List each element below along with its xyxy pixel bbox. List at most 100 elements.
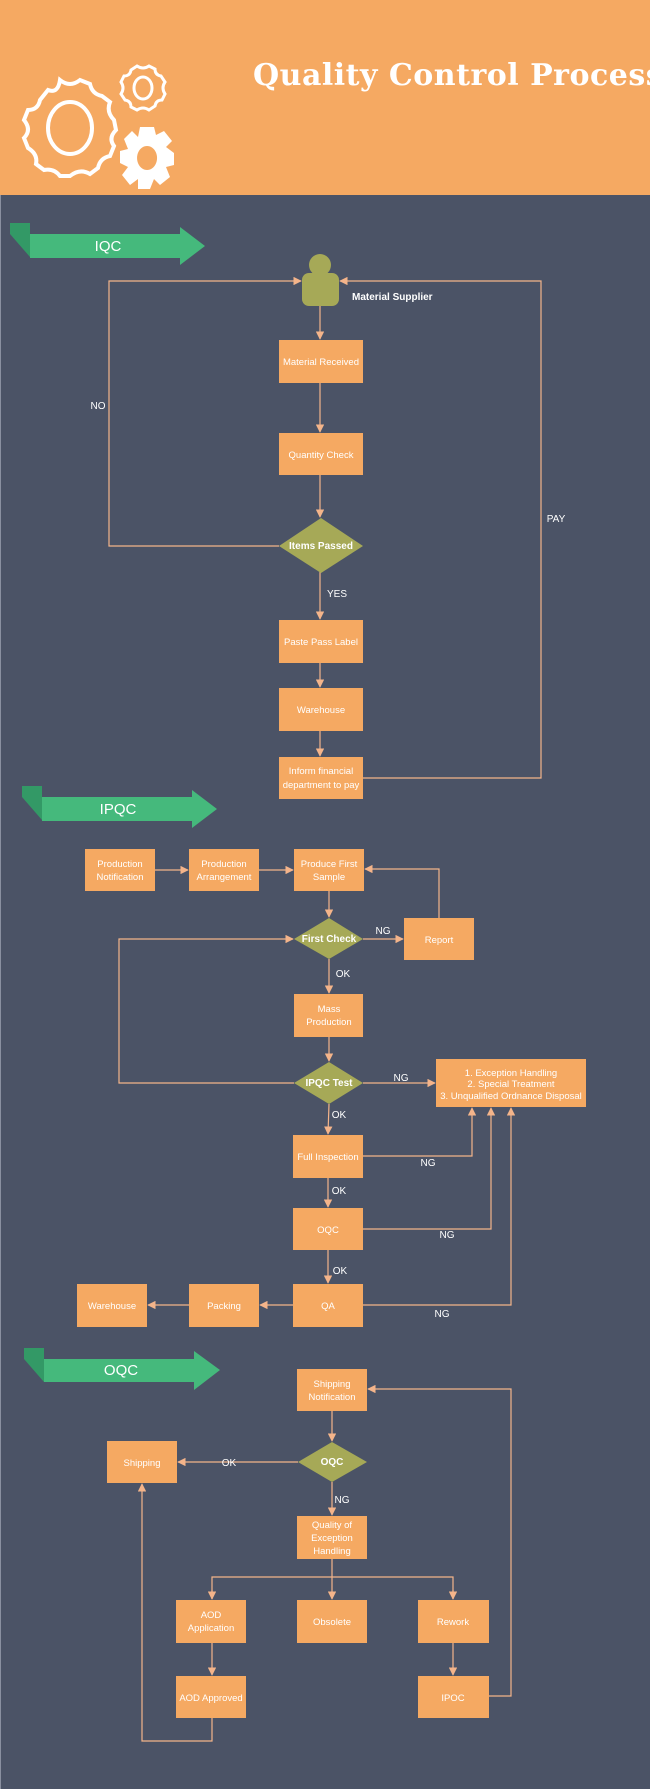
svg-text:Warehouse: Warehouse <box>88 1301 136 1312</box>
connector <box>363 1107 516 1306</box>
node-paste-pass-label: Paste Pass Label <box>279 620 363 663</box>
svg-text:OQC: OQC <box>321 1457 344 1468</box>
node-aod-approved: AOD Approved <box>176 1676 246 1718</box>
svg-text:3. Unqualified Ordnance Dispos: 3. Unqualified Ordnance Disposal <box>440 1091 582 1102</box>
iqc-banner-label: IQC <box>95 238 122 255</box>
svg-text:Application: Application <box>188 1623 234 1634</box>
svg-text:Arrangement: Arrangement <box>197 872 252 883</box>
node-quality-exception-handling: Quality of Exception Handling <box>297 1516 367 1559</box>
label-oqc-ok: OK <box>333 1266 348 1277</box>
label-ipqc-test-ng: NG <box>394 1073 409 1084</box>
connector <box>324 1103 333 1135</box>
label-first-check-ng: NG <box>376 926 391 937</box>
svg-text:Exception: Exception <box>311 1533 353 1544</box>
decision-oqc: OQC <box>298 1442 367 1482</box>
node-quantity-check: Quantity Check <box>279 433 363 475</box>
label-yes: YES <box>327 589 347 600</box>
ipoc-loop-connector <box>367 1384 512 1697</box>
svg-text:Rework: Rework <box>437 1617 469 1628</box>
svg-text:Report: Report <box>425 935 454 946</box>
label-full-inspection-ok: OK <box>332 1186 347 1197</box>
oqc-banner: OQC <box>24 1348 220 1390</box>
pay-loop-connector <box>339 276 542 779</box>
ipqc-banner-label: IPQC <box>100 801 137 818</box>
svg-text:Inform financial: Inform financial <box>289 766 353 777</box>
svg-text:OQC: OQC <box>317 1225 339 1236</box>
svg-text:1. Exception Handling: 1. Exception Handling <box>465 1068 557 1079</box>
svg-text:Production: Production <box>97 859 142 870</box>
connector <box>363 1107 477 1157</box>
node-obsolete: Obsolete <box>297 1600 367 1643</box>
label-pay: PAY <box>547 514 566 525</box>
node-ipoc: IPOC <box>418 1676 489 1718</box>
label-oqc-ng: NG <box>335 1495 350 1506</box>
node-inform-financial: Inform financial department to pay <box>279 757 363 799</box>
node-oqc-box: OQC <box>293 1208 363 1250</box>
svg-text:Items Passed: Items Passed <box>289 541 353 552</box>
svg-text:Paste Pass Label: Paste Pass Label <box>284 637 358 648</box>
label-oqc-ok: OK <box>222 1458 237 1469</box>
svg-text:2. Special Treatment: 2. Special Treatment <box>467 1079 554 1090</box>
material-supplier-actor: Material Supplier <box>302 254 433 306</box>
report-loop-connector <box>364 864 440 918</box>
svg-text:Packing: Packing <box>207 1301 241 1312</box>
decision-first-check: First Check <box>294 918 363 959</box>
node-production-notification: Production Notification <box>85 849 155 891</box>
label-qa-ng: NG <box>435 1309 450 1320</box>
svg-text:Produce First: Produce First <box>301 859 358 870</box>
node-mass-production: Mass Production <box>294 994 363 1037</box>
ipqc-banner: IPQC <box>22 786 217 828</box>
node-produce-first-sample: Produce First Sample <box>294 849 364 891</box>
node-material-received: Material Received <box>279 340 363 383</box>
label-no: NO <box>91 401 106 412</box>
node-shipping: Shipping <box>107 1441 177 1483</box>
node-rework: Rework <box>418 1600 489 1643</box>
svg-text:Notification: Notification <box>97 872 144 883</box>
node-full-inspection: Full Inspection <box>293 1135 363 1178</box>
material-supplier-label: Material Supplier <box>352 292 433 303</box>
svg-text:Handling: Handling <box>313 1546 351 1557</box>
ipqc-loop-connector <box>118 934 294 1084</box>
svg-text:Obsolete: Obsolete <box>313 1617 351 1628</box>
svg-text:Full Inspection: Full Inspection <box>297 1152 358 1163</box>
node-production-arrangement: Production Arrangement <box>189 849 259 891</box>
svg-text:Warehouse: Warehouse <box>297 705 345 716</box>
svg-text:Quantity Check: Quantity Check <box>289 450 354 461</box>
label-first-check-ok: OK <box>336 969 351 980</box>
iqc-banner: IQC <box>10 223 205 265</box>
node-exception-handling: 1. Exception Handling 2. Special Treatme… <box>436 1059 586 1107</box>
node-qa: QA <box>293 1284 363 1327</box>
svg-text:Quality of: Quality of <box>312 1520 352 1531</box>
svg-text:Mass: Mass <box>318 1004 341 1015</box>
person-icon <box>309 254 331 276</box>
svg-text:department to pay: department to pay <box>283 780 360 791</box>
oqc-banner-label: OQC <box>104 1362 138 1379</box>
svg-text:IPQC Test: IPQC Test <box>305 1078 353 1089</box>
svg-text:Notification: Notification <box>309 1392 356 1403</box>
svg-text:Sample: Sample <box>313 872 345 883</box>
svg-text:AOD Approved: AOD Approved <box>179 1693 242 1704</box>
node-shipping-notification: Shipping Notification <box>297 1369 367 1411</box>
decision-ipqc-test: IPQC Test <box>294 1062 363 1104</box>
label-full-inspection-ng: NG <box>421 1158 436 1169</box>
label-ipqc-test-ok: OK <box>332 1110 347 1121</box>
flowchart: IQC Material Supplier Material Received <box>10 223 586 1742</box>
svg-text:Shipping: Shipping <box>314 1379 351 1390</box>
svg-text:AOD: AOD <box>201 1610 222 1621</box>
svg-text:Production: Production <box>306 1017 351 1028</box>
quality-control-diagram: Quality Control Process IQC Material Sup… <box>0 0 650 1789</box>
node-aod-application: AOD Application <box>176 1600 246 1643</box>
node-warehouse-iqc: Warehouse <box>279 688 363 731</box>
svg-text:Shipping: Shipping <box>124 1458 161 1469</box>
decision-items-passed: Items Passed <box>279 518 363 573</box>
svg-text:Production: Production <box>201 859 246 870</box>
label-oqc-ng: NG <box>440 1230 455 1241</box>
node-report: Report <box>404 918 474 960</box>
svg-text:First Check: First Check <box>302 934 357 945</box>
svg-text:QA: QA <box>321 1301 335 1312</box>
svg-text:Material Received: Material Received <box>283 357 359 368</box>
node-warehouse-ipqc: Warehouse <box>77 1284 147 1327</box>
svg-text:IPOC: IPOC <box>441 1693 464 1704</box>
no-loop-connector <box>108 276 302 547</box>
node-packing: Packing <box>189 1284 259 1327</box>
